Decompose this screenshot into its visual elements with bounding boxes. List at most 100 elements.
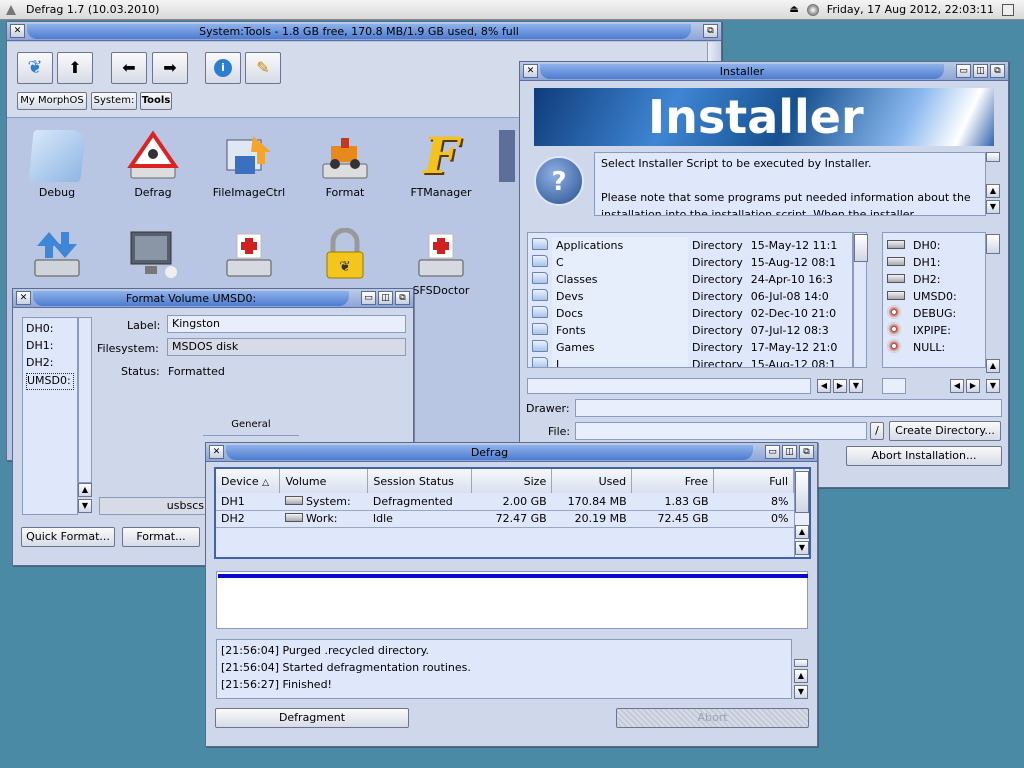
message-scroll-down[interactable]: ▼ — [986, 200, 1000, 214]
file-list-down[interactable]: ▼ — [849, 379, 863, 393]
volume-row[interactable]: DH2: — [883, 271, 961, 288]
file-row[interactable]: C Directory 15-Aug-12 08:1 — [528, 254, 841, 271]
log-up[interactable]: ▲ — [794, 669, 808, 683]
close-button[interactable]: ✕ — [523, 64, 538, 78]
volume-row[interactable]: NULL: — [883, 339, 961, 356]
file-row[interactable]: Games Directory 17-May-12 21:0 — [528, 339, 841, 356]
icon-disk-repair[interactable] — [211, 228, 287, 284]
volume-list-right[interactable]: ▶ — [966, 379, 980, 393]
device-table-row[interactable]: DH1 System: Defragmented 2.00 GB 170.84 MB 1.… — [216, 493, 794, 510]
eject-icon[interactable]: ⏏ — [789, 4, 798, 15]
file-list-right[interactable]: ▶ — [833, 379, 847, 393]
volume-row[interactable]: IXPIPE: — [883, 322, 961, 339]
file-row[interactable]: Docs Directory 02-Dec-10 21:0 — [528, 305, 841, 322]
iconify-button[interactable]: ▭ — [361, 291, 376, 305]
depth-button[interactable]: ⧉ — [990, 64, 1005, 78]
col-status[interactable]: Session Status — [367, 469, 473, 493]
device-table-up[interactable]: ▲ — [795, 525, 809, 539]
volume-list-hscroll[interactable] — [882, 378, 906, 394]
file-row[interactable]: Applications Directory 15-May-12 11:1 — [528, 237, 841, 254]
file-input[interactable] — [575, 422, 867, 440]
icon-sfsdoctor[interactable]: SFSDoctor — [403, 228, 479, 297]
zoom-button[interactable]: ◫ — [378, 291, 393, 305]
iconify-button[interactable]: ▭ — [956, 64, 971, 78]
installer-file-list[interactable]: Applications Directory 15-May-12 11:1 C Dire… — [527, 232, 853, 368]
general-tab[interactable]: General — [203, 419, 299, 433]
depth-button[interactable]: ⧉ — [395, 291, 410, 305]
forward-button[interactable]: ➡ — [152, 52, 188, 84]
drawer-titlebar[interactable]: ✕ System:Tools - 1.8 GB free, 170.8 MB/1… — [7, 22, 721, 41]
icon-monitor-tool[interactable] — [115, 228, 191, 284]
icon-debug[interactable]: Debug — [19, 130, 95, 199]
drawer-input[interactable] — [575, 399, 1002, 417]
file-row[interactable]: Fonts Directory 07-Jul-12 08:3 — [528, 322, 841, 339]
col-free[interactable]: Free — [631, 469, 715, 493]
depth-button[interactable]: ⧉ — [703, 24, 718, 38]
volume-list-left[interactable]: ◀ — [950, 379, 964, 393]
icon-format[interactable]: Format — [307, 130, 383, 199]
col-used[interactable]: Used — [551, 469, 633, 493]
message-scroll-up[interactable]: ▲ — [986, 184, 1000, 198]
format-titlebar[interactable]: ✕ Format Volume UMSD0: ▭ ◫ ⧉ — [13, 289, 413, 308]
close-button[interactable]: ✕ — [16, 291, 31, 305]
defrag-titlebar[interactable]: ✕ Defrag ▭ ◫ ⧉ — [206, 443, 817, 462]
device-list-scrollbar[interactable] — [78, 317, 92, 483]
log-knob[interactable] — [794, 659, 808, 667]
volume-icon[interactable] — [806, 3, 819, 16]
zoom-button[interactable]: ◫ — [782, 445, 797, 459]
device-item[interactable]: DH1: — [26, 339, 74, 356]
format-button[interactable]: Format... — [122, 527, 200, 547]
morphos-logo-icon[interactable] — [4, 3, 18, 17]
device-list-down[interactable]: ▼ — [78, 499, 92, 513]
volume-row[interactable]: UMSD0: — [883, 288, 961, 305]
zoom-button[interactable]: ◫ — [973, 64, 988, 78]
back-button[interactable]: ⬅ — [111, 52, 147, 84]
file-list-knob[interactable] — [854, 234, 868, 262]
label-input[interactable]: Kingston — [167, 315, 406, 333]
device-item[interactable]: DH0: — [26, 322, 74, 339]
icon-hdtoolbox[interactable] — [19, 228, 95, 284]
col-volume[interactable]: Volume — [279, 469, 369, 493]
device-item[interactable]: DH2: — [26, 356, 74, 373]
file-list-left[interactable]: ◀ — [817, 379, 831, 393]
breadcrumb-system[interactable]: System: — [91, 92, 137, 110]
volume-list-knob[interactable] — [986, 234, 1000, 254]
log-down[interactable]: ▼ — [794, 685, 808, 699]
installer-volume-list[interactable]: DH0: DH1: DH2: UMSD0: DEBUG: IXPIPE: NULL: — [882, 232, 986, 368]
file-row[interactable]: Devs Directory 06-Jul-08 14:0 — [528, 288, 841, 305]
icon-partial[interactable] — [499, 130, 515, 186]
parent-button[interactable]: ⬆ — [57, 52, 93, 84]
volume-list-down[interactable]: ▼ — [986, 379, 1000, 393]
quick-format-button[interactable]: Quick Format... — [21, 527, 115, 547]
installer-titlebar[interactable]: ✕ Installer ▭ ◫ ⧉ — [520, 62, 1008, 81]
morphos-home-button[interactable]: ❦ — [17, 52, 53, 84]
volume-list-up[interactable]: ▲ — [986, 359, 1000, 373]
icon-fileimagectrl[interactable]: FileImageCtrl — [211, 130, 287, 199]
depth-button[interactable]: ⧉ — [799, 445, 814, 459]
col-size[interactable]: Size — [471, 469, 553, 493]
icon-ftmanager[interactable]: F FTManager — [403, 130, 479, 200]
device-table-knob[interactable] — [795, 471, 809, 513]
breadcrumb-myMorphOS[interactable]: My MorphOS — [17, 92, 87, 110]
volume-row[interactable]: DH1: — [883, 254, 961, 271]
create-directory-button[interactable]: Create Directory... — [889, 421, 1001, 441]
device-item-selected[interactable]: UMSD0: — [26, 373, 74, 390]
screen-depth-icon[interactable] — [1002, 3, 1014, 16]
abort-button[interactable]: Abort — [616, 708, 809, 728]
rename-button[interactable]: ✎ — [245, 52, 281, 84]
iconify-button[interactable]: ▭ — [765, 445, 780, 459]
file-row[interactable]: Classes Directory 24-Apr-10 16:3 — [528, 271, 841, 288]
volume-row[interactable]: DEBUG: — [883, 305, 961, 322]
info-button[interactable]: i — [205, 52, 241, 84]
device-table-down[interactable]: ▼ — [795, 541, 809, 555]
abort-installation-button[interactable]: Abort Installation... — [846, 446, 1002, 466]
breadcrumb-tools[interactable]: Tools — [140, 92, 172, 110]
volume-row[interactable]: DH0: — [883, 237, 961, 254]
message-scroll-knob[interactable] — [986, 152, 1000, 162]
format-device-list[interactable]: DH0: DH1: DH2: UMSD0: — [22, 317, 78, 515]
device-list-up[interactable]: ▲ — [78, 483, 92, 497]
close-button[interactable]: ✕ — [10, 24, 25, 38]
defragment-button[interactable]: Defragment — [215, 708, 409, 728]
parent-slash-button[interactable]: / — [870, 422, 884, 440]
col-device[interactable]: Device △ — [216, 469, 281, 493]
